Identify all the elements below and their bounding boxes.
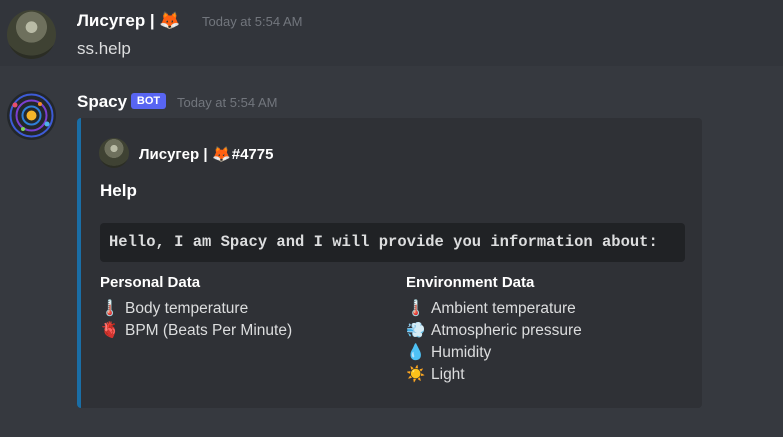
bot-tag: BOT [131,93,166,109]
heart-icon: 🫀 [100,322,120,339]
solar-system-icon [9,93,54,138]
username-lisuger[interactable]: Лисугер | 🦊 [77,11,181,31]
fox-icon: 🦊 [159,11,181,30]
field-line-text: Atmospheric pressure [431,322,582,339]
message-content: ss.help [77,39,131,58]
field-line-text: BPM (Beats Per Minute) [125,322,293,339]
sun-icon: ☀️ [406,366,426,383]
field-line: ☀️ Light [406,365,465,384]
field-environment-data: Environment Data [406,274,535,291]
field-personal-data: Personal Data [100,274,201,291]
help-embed: Лисугер | 🦊#4775 Help Hello, I am Spacy … [77,118,702,408]
bot-avatar[interactable] [7,91,56,140]
field-line: 💧 Humidity [406,343,491,362]
field-line-text: Light [431,366,465,383]
embed-author-name: Лисугер | [139,146,208,163]
wind-icon: 💨 [406,322,426,339]
timestamp[interactable]: Today at 5:54 AM [202,14,302,29]
field-line: 🌡️ Body temperature [100,299,248,318]
embed-author: Лисугер | 🦊#4775 [139,145,273,163]
fox-icon: 🦊 [212,146,232,163]
embed-author-avatar [99,138,129,168]
user-avatar[interactable] [7,10,56,59]
field-line-text: Humidity [431,344,492,361]
embed-title: Help [100,181,137,200]
thermometer-icon: 🌡️ [406,300,426,317]
embed-author-tag: #4775 [231,146,274,163]
field-line: 🌡️ Ambient temperature [406,299,576,318]
username-text[interactable]: Лисугер | [77,11,155,30]
thermometer-icon: 🌡️ [100,300,120,317]
droplet-icon: 💧 [406,344,426,361]
field-line-text: Body temperature [125,300,249,317]
field-line: 🫀 BPM (Beats Per Minute) [100,321,292,340]
field-line: 💨 Atmospheric pressure [406,321,582,340]
timestamp[interactable]: Today at 5:54 AM [177,95,277,110]
field-line-text: Ambient temperature [431,300,576,317]
bot-username[interactable]: Spacy [77,92,127,112]
code-block: Hello, I am Spacy and I will provide you… [100,223,685,262]
